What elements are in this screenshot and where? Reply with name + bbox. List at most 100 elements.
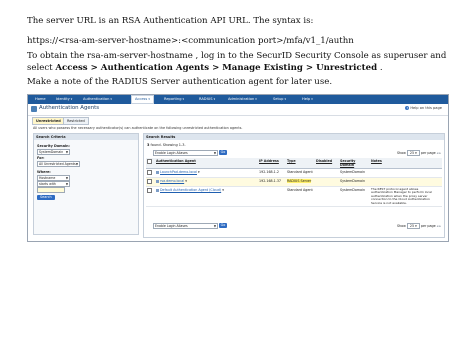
nav-item-access[interactable]: Access▾ <box>131 95 154 104</box>
intro-text: All users who possess the necessary auth… <box>33 126 243 130</box>
pager-arrows-icon[interactable]: ◂ ▸ <box>437 151 441 155</box>
page-size-select[interactable]: 25 ▾ <box>406 223 420 229</box>
bulk-action-select-top[interactable]: Enable Login Aliases ▼ <box>153 150 218 156</box>
pager-show-label: Show <box>396 151 406 155</box>
context-menu-icon[interactable]: ▾ <box>197 170 200 174</box>
bulk-action-value: Enable Login Aliases <box>155 151 188 155</box>
agent-name-link[interactable]: rsa.demo.local <box>160 179 184 183</box>
context-menu-icon[interactable]: ▾ <box>184 179 187 183</box>
where-value-input[interactable] <box>37 187 65 193</box>
page-header: Authentication Agents ? Help on this page <box>28 104 448 116</box>
chevron-down-icon: ▼ <box>65 182 68 186</box>
nav-item-label: RADIUS <box>199 97 213 101</box>
disabled-cell <box>315 168 339 178</box>
chevron-down-icon: ▾ <box>148 97 150 101</box>
column-header[interactable]: Authentication Agent <box>155 158 258 169</box>
disabled-cell <box>315 177 339 187</box>
for-select[interactable]: All Unrestricted Agents ▼ <box>37 161 80 167</box>
column-header[interactable]: Notes <box>370 158 442 169</box>
nav-item-setup[interactable]: Setup▾ <box>270 95 289 104</box>
agent-icon <box>156 188 159 192</box>
for-value: All Unrestricted Agents <box>39 162 76 166</box>
column-header[interactable]: Security Domain <box>339 158 370 169</box>
bulk-action-select-bottom[interactable]: Enable Login Aliases ▼ <box>153 223 218 229</box>
pager-arrows-icon[interactable]: ◂ ▸ <box>437 224 441 228</box>
tab-unrestricted[interactable]: Unrestricted <box>32 117 65 125</box>
row-checkbox[interactable] <box>147 170 152 175</box>
page-size-value: 25 <box>409 224 415 228</box>
ip-address-cell: 192.168.1.2 <box>258 168 286 178</box>
nav-item-label: Reporting <box>164 97 182 101</box>
nav-item-help[interactable]: Help▾ <box>299 95 316 104</box>
agent-name-link[interactable]: LaunchPad.demo.local <box>160 170 197 174</box>
agent-type-cell: Standard Agent <box>286 168 315 178</box>
menu-path: Access > Authentication Agents > Manage … <box>55 62 378 73</box>
pager-suffix: per page <box>420 151 436 155</box>
context-menu-icon[interactable]: ▾ <box>221 188 224 192</box>
agent-type-cell: RADIUS Server <box>286 177 315 187</box>
security-domain-cell: SystemDomain <box>339 186 370 208</box>
agent-icon <box>156 170 159 174</box>
notes-cell <box>370 177 442 187</box>
agents-table-body: LaunchPad.demo.local ▾ 192.168.1.2 Standar… <box>146 168 442 208</box>
notes-cell: The REST protocol agent allows authentic… <box>370 186 442 208</box>
column-header[interactable]: Disabled <box>315 158 339 169</box>
nav-item-label: Identity <box>56 97 70 101</box>
search-results-panel: Search Results 3 found. Showing 1-3. Ena… <box>143 133 445 238</box>
chevron-down-icon: ▾ <box>70 97 73 101</box>
results-count-text: found. Showing 1-3. <box>149 143 186 147</box>
go-button-bottom[interactable]: Go <box>219 223 227 228</box>
radius-note: Make a note of the RADIUS Server authent… <box>27 77 333 87</box>
row-select-cell[interactable] <box>146 168 155 178</box>
ip-address-cell: 192.168.1.37 <box>258 177 286 187</box>
row-select-cell[interactable] <box>146 186 155 208</box>
agent-type-value: Standard Agent <box>287 188 313 192</box>
agent-name-cell: LaunchPad.demo.local ▾ <box>155 168 258 178</box>
row-checkbox[interactable] <box>147 179 152 184</box>
nav-item-label: Administration <box>228 97 255 101</box>
nav-item-reporting[interactable]: Reporting▾ <box>161 95 187 104</box>
ip-address-cell <box>258 186 286 208</box>
page-title: Authentication Agents <box>39 105 100 111</box>
search-criteria-title: Search Criteria <box>34 134 138 140</box>
row-select-cell[interactable] <box>146 177 155 187</box>
help-link[interactable]: ? Help on this page <box>405 106 442 110</box>
column-header[interactable]: Type <box>286 158 315 169</box>
chevron-down-icon: ▾ <box>311 97 313 101</box>
page-size-select[interactable]: 25 ▾ <box>406 150 420 156</box>
pager-suffix: per page <box>420 224 436 228</box>
select-all-header[interactable] <box>146 158 155 169</box>
server-url-intro: The server URL is an RSA Authentication … <box>27 16 314 26</box>
security-domain-select[interactable]: SystemDomain ▼ <box>37 149 70 155</box>
help-link-label: Help on this page <box>410 106 442 110</box>
agent-icon <box>156 179 159 183</box>
search-results-title: Search Results <box>144 134 444 140</box>
nav-item-identity[interactable]: Identity▾ <box>53 95 75 104</box>
hostname-instructions: To obtain the rsa-am-server-hostname , l… <box>27 51 457 74</box>
tab-restricted[interactable]: Restricted <box>63 117 89 125</box>
security-domain-label: Security Domain: <box>37 144 70 148</box>
nav-item-home[interactable]: Home <box>32 95 49 104</box>
row-checkbox[interactable] <box>147 188 152 193</box>
nav-item-radius[interactable]: RADIUS▾ <box>196 95 218 104</box>
go-button-top[interactable]: Go <box>219 150 227 155</box>
chevron-down-icon: ▾ <box>284 97 286 101</box>
search-button[interactable]: Search <box>37 195 55 200</box>
chevron-down-icon: ▼ <box>65 150 68 154</box>
nav-item-label: Help <box>302 97 311 101</box>
pager-top: Show 25 ▾ per page◂ ▸ <box>397 150 441 156</box>
table-header-row: Authentication Agent IP Address Type Dis… <box>146 158 442 169</box>
nav-item-label: Access <box>135 97 148 101</box>
select-all-checkbox[interactable] <box>147 159 152 164</box>
bulk-action-value: Enable Login Aliases <box>155 224 188 228</box>
nav-item-administration[interactable]: Administration▾ <box>225 95 260 104</box>
page-size-value: 25 <box>409 151 415 155</box>
security-domain-cell: SystemDomain <box>339 177 370 187</box>
pager-bottom: Show 25 ▾ per page◂ ▸ <box>397 223 441 229</box>
agent-name-link[interactable]: Default Authentication Agent (Cloud) <box>160 188 221 192</box>
agent-type-value: RADIUS Server <box>287 179 312 183</box>
column-header[interactable]: IP Address <box>258 158 286 169</box>
nav-item-authentication[interactable]: Authentication▾ <box>80 95 115 104</box>
where-label: Where: <box>37 170 51 174</box>
chevron-down-icon: ▼ <box>75 162 78 166</box>
